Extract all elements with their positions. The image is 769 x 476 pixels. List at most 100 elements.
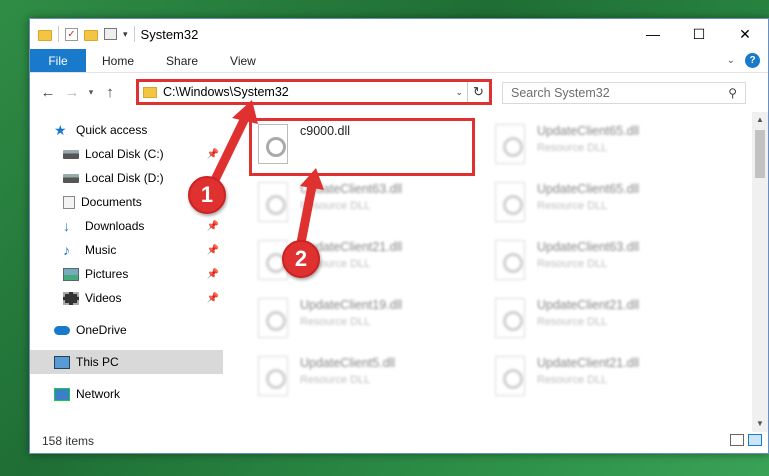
step-badge-2: 2 <box>282 240 320 278</box>
sidebar-item-this-pc[interactable]: This PC <box>30 350 223 374</box>
sidebar-item-downloads[interactable]: ↓ Downloads 📌 <box>30 214 223 238</box>
tab-share[interactable]: Share <box>150 49 214 72</box>
refresh-icon[interactable]: ↻ <box>467 82 489 102</box>
network-icon <box>54 387 70 401</box>
documents-icon <box>63 195 75 209</box>
help-icon[interactable]: ? <box>745 53 760 68</box>
status-bar: 158 items <box>30 429 768 453</box>
dll-file-icon <box>495 298 525 338</box>
vertical-scrollbar[interactable]: ▲ ▼ <box>752 112 768 432</box>
pin-icon[interactable]: 📌 <box>207 293 219 304</box>
file-item[interactable]: UpdateClient21.dll Resource DLL <box>489 352 719 406</box>
large-icons-view-icon[interactable] <box>748 434 762 446</box>
properties-icon[interactable] <box>104 28 117 40</box>
pin-icon[interactable]: 📌 <box>207 149 219 160</box>
sidebar-item-label: Quick access <box>76 123 148 137</box>
sidebar-item-label: Pictures <box>85 267 129 281</box>
file-name: UpdateClient63.dll <box>537 240 640 254</box>
sidebar-item-label: Documents <box>81 195 142 209</box>
file-item[interactable]: UpdateClient63.dll Resource DLL <box>489 236 719 290</box>
file-name: UpdateClient65.dll <box>537 182 640 196</box>
file-item[interactable]: UpdateClient65.dll Resource DLL <box>489 120 719 174</box>
scroll-up-icon[interactable]: ▲ <box>752 112 768 128</box>
back-arrow-icon[interactable]: ← <box>36 84 60 101</box>
pin-icon[interactable]: 📌 <box>207 245 219 256</box>
file-type: Resource DLL <box>537 316 608 328</box>
quick-access-toolbar: ✓ ▾ <box>30 19 135 49</box>
dll-file-icon <box>495 124 525 164</box>
window-controls: — ☐ ✕ <box>630 19 768 49</box>
search-input[interactable]: Search System32 ⚲ <box>502 82 746 104</box>
dll-file-icon <box>258 298 288 338</box>
pictures-icon <box>63 267 79 281</box>
sidebar-item-label: OneDrive <box>76 323 127 337</box>
sidebar-item-local-disk-c[interactable]: Local Disk (C:) 📌 <box>30 142 223 166</box>
pin-icon[interactable]: 📌 <box>207 221 219 232</box>
file-type: Resource DLL <box>537 374 608 386</box>
sidebar-item-label: Local Disk (C:) <box>85 147 164 161</box>
search-placeholder: Search System32 <box>511 86 610 100</box>
tab-file[interactable]: File <box>30 49 86 72</box>
expand-ribbon-icon[interactable]: ⌄ <box>727 55 735 66</box>
address-bar[interactable]: C:\Windows\System32 ⌄ ↻ <box>136 79 492 105</box>
drive-icon <box>63 173 79 183</box>
file-name: UpdateClient21.dll <box>537 298 640 312</box>
address-dropdown-icon[interactable]: ⌄ <box>455 87 463 98</box>
address-path[interactable]: C:\Windows\System32 <box>163 85 289 99</box>
file-type: Resource DLL <box>300 316 371 328</box>
customize-toolbar-icon[interactable]: ▾ <box>123 29 128 40</box>
sidebar-item-pictures[interactable]: Pictures 📌 <box>30 262 223 286</box>
highlight-box-file <box>249 118 475 176</box>
navigation-bar: ← → ▾ ↑ C:\Windows\System32 ⌄ ↻ Search S… <box>30 73 768 111</box>
folder-icon <box>38 29 52 41</box>
tab-view[interactable]: View <box>214 49 272 72</box>
file-item[interactable]: UpdateClient65.dll Resource DLL <box>489 178 719 232</box>
file-type: Resource DLL <box>537 142 608 154</box>
sidebar-item-music[interactable]: ♪ Music 📌 <box>30 238 223 262</box>
forward-arrow-icon[interactable]: → <box>60 84 84 101</box>
file-name: UpdateClient65.dll <box>537 124 640 138</box>
pin-icon[interactable]: 📌 <box>207 269 219 280</box>
drive-icon <box>63 149 79 159</box>
sidebar-item-label: Music <box>85 243 117 257</box>
file-name: UpdateClient5.dll <box>300 356 396 370</box>
music-icon: ♪ <box>63 241 70 258</box>
onedrive-icon <box>54 325 70 335</box>
details-view-icon[interactable] <box>730 434 744 446</box>
sidebar-item-network[interactable]: Network <box>30 382 223 406</box>
ribbon-right: ⌄ ? <box>727 53 760 68</box>
new-folder-icon[interactable] <box>84 29 98 41</box>
search-icon: ⚲ <box>728 86 737 100</box>
file-item[interactable]: UpdateClient5.dll Resource DLL <box>252 352 482 406</box>
file-name: UpdateClient63.dll <box>300 182 403 196</box>
dll-file-icon <box>495 182 525 222</box>
file-item[interactable]: UpdateClient19.dll Resource DLL <box>252 294 482 348</box>
file-type: Resource DLL <box>537 200 608 212</box>
minimize-button[interactable]: — <box>630 19 676 49</box>
close-button[interactable]: ✕ <box>722 19 768 49</box>
file-name: UpdateClient21.dll <box>537 356 640 370</box>
file-type: Resource DLL <box>300 200 371 212</box>
sidebar-item-onedrive[interactable]: OneDrive <box>30 318 223 342</box>
sidebar-item-quick-access[interactable]: ★ Quick access <box>30 118 223 142</box>
file-type: Resource DLL <box>537 258 608 270</box>
sidebar-item-videos[interactable]: Videos 📌 <box>30 286 223 310</box>
dll-file-icon <box>495 240 525 280</box>
window-title: System32 <box>140 26 199 42</box>
up-arrow-icon[interactable]: ↑ <box>98 84 122 101</box>
tab-home[interactable]: Home <box>86 49 150 72</box>
file-item[interactable]: UpdateClient63.dll Resource DLL <box>252 178 482 232</box>
download-icon: ↓ <box>63 217 70 234</box>
dll-file-icon <box>258 356 288 396</box>
item-count: 158 items <box>42 434 95 448</box>
sidebar-item-label: Videos <box>85 291 122 305</box>
recent-locations-chevron-icon[interactable]: ▾ <box>84 87 98 98</box>
maximize-button[interactable]: ☐ <box>676 19 722 49</box>
scroll-thumb[interactable] <box>755 130 765 178</box>
divider <box>133 26 135 42</box>
pc-icon <box>54 355 70 369</box>
file-item[interactable]: UpdateClient21.dll Resource DLL <box>489 294 719 348</box>
properties-check-icon[interactable]: ✓ <box>65 27 78 41</box>
